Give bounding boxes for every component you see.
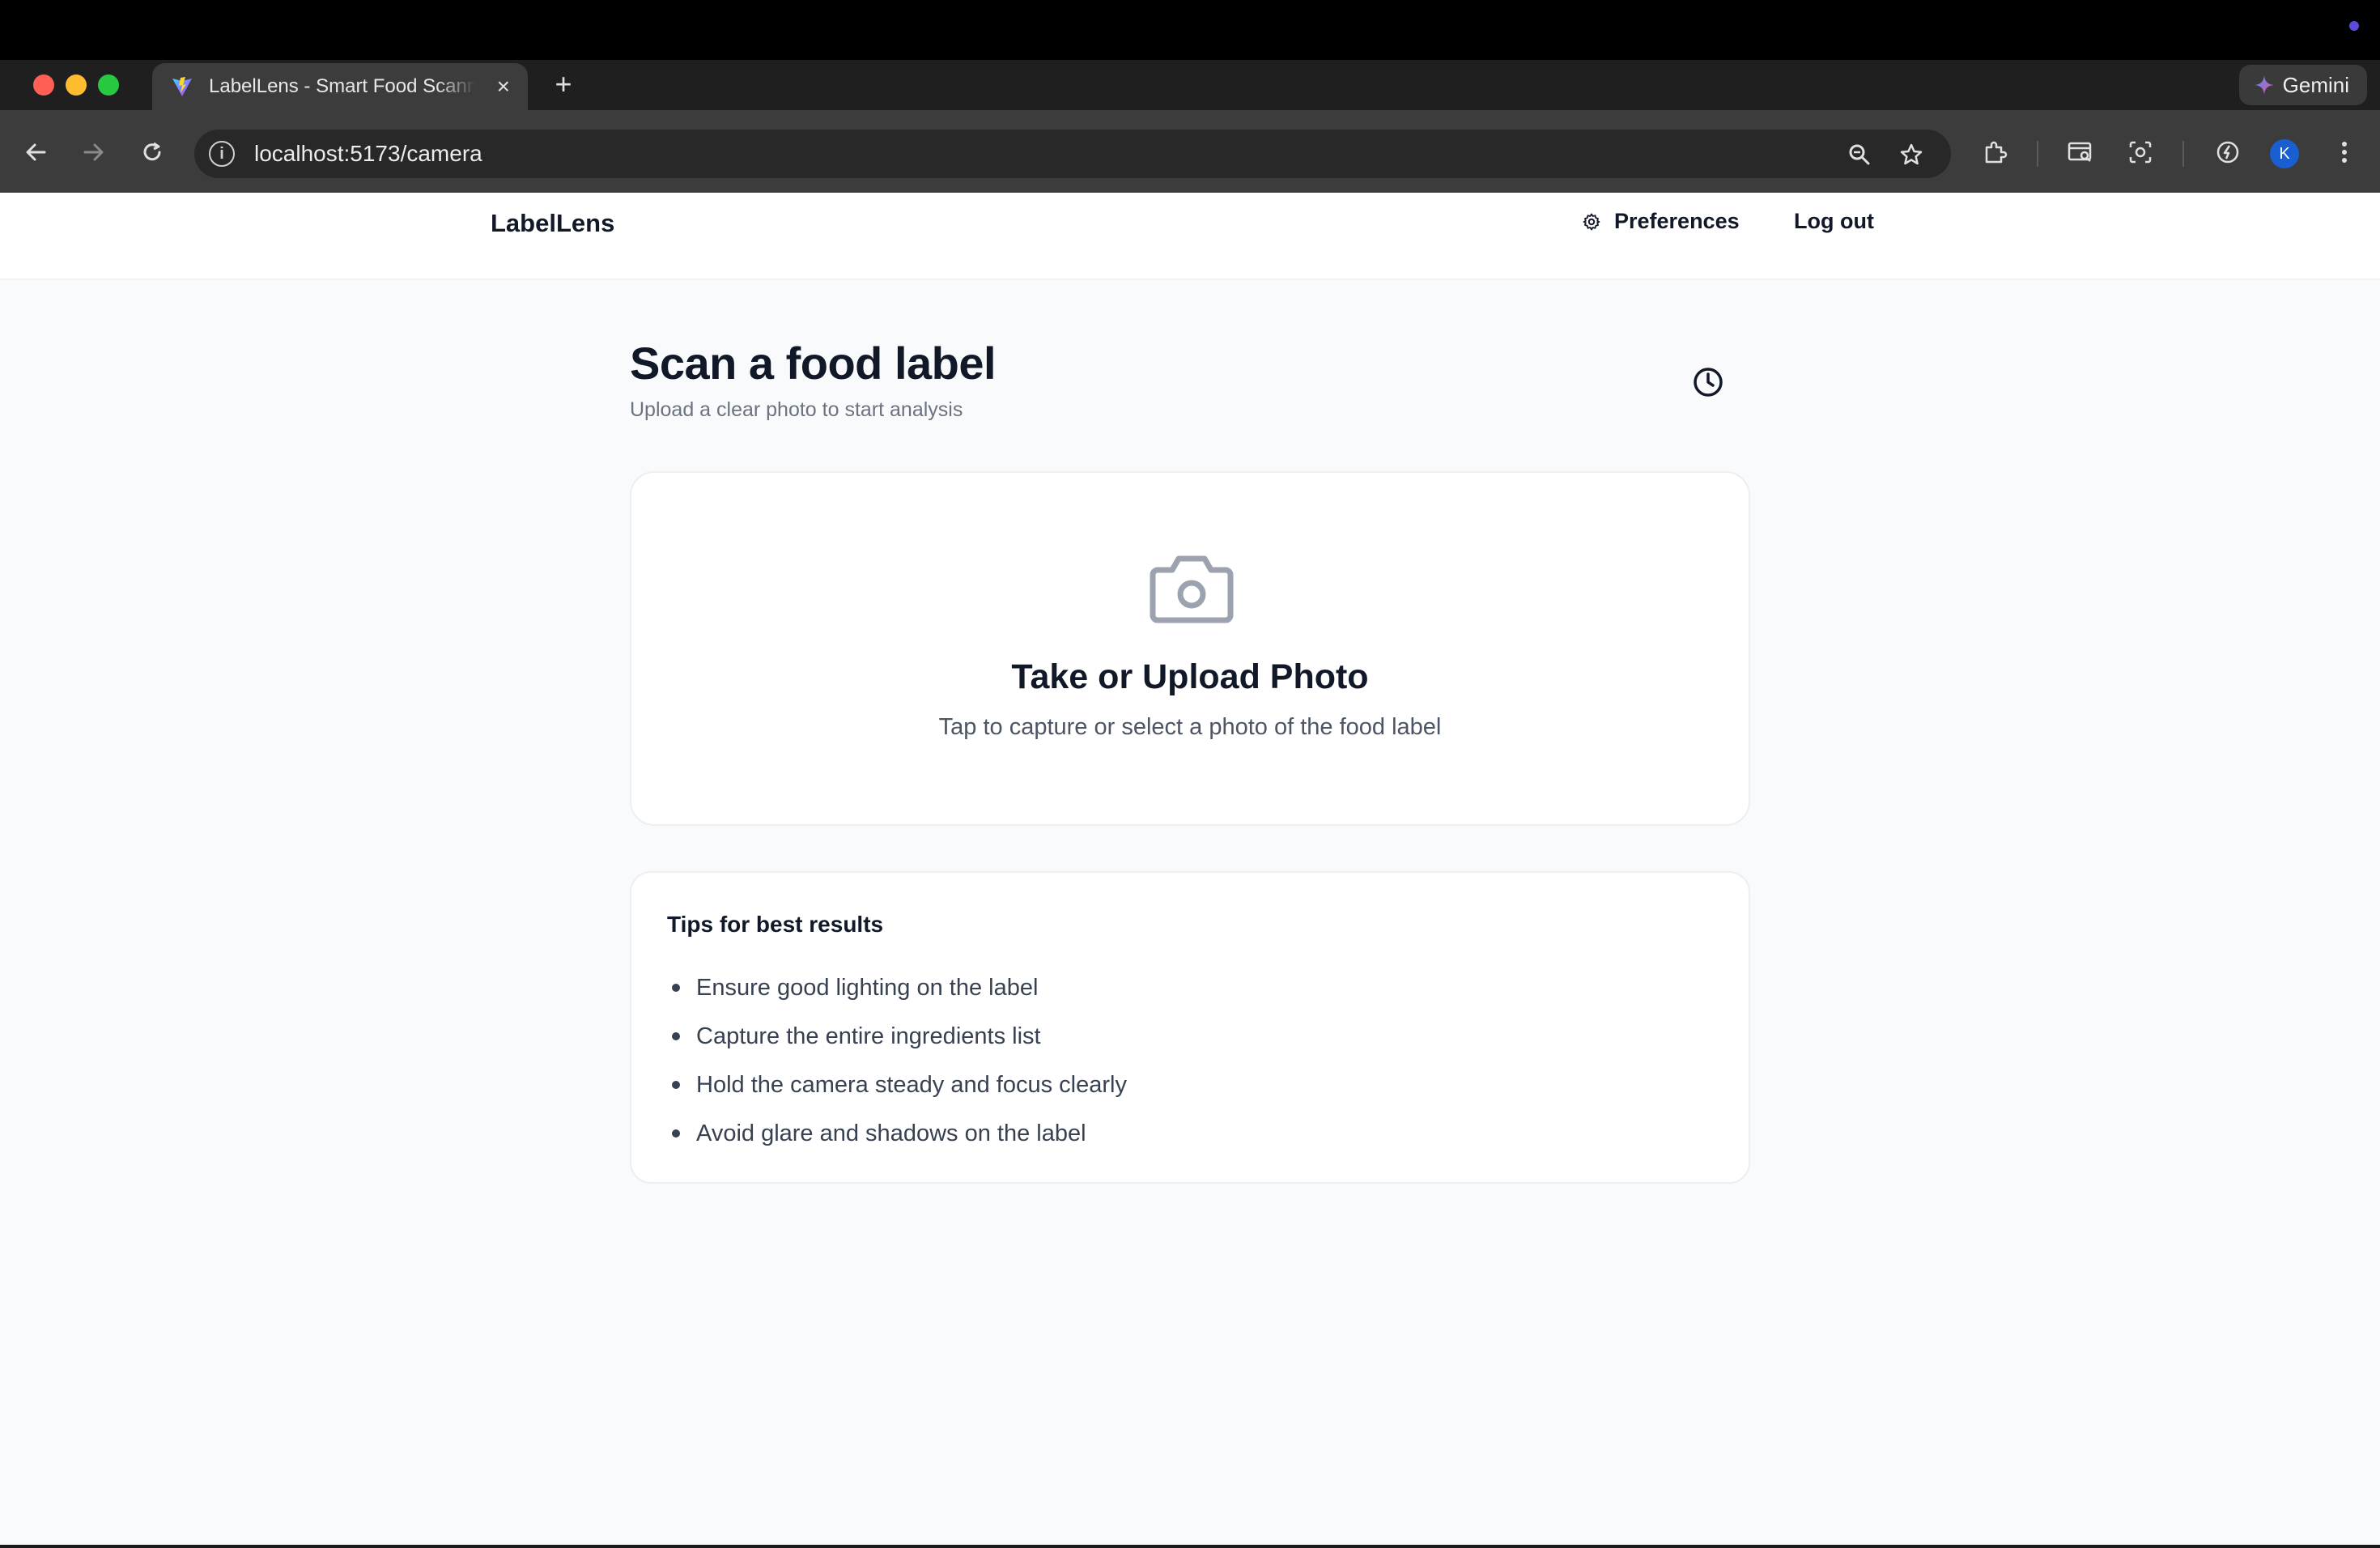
bullet-icon bbox=[672, 1081, 680, 1089]
gear-icon bbox=[1583, 213, 1600, 230]
tips-card: Tips for best results Ensure good lighti… bbox=[630, 871, 1750, 1184]
list-item: Avoid glare and shadows on the label bbox=[667, 1109, 1127, 1158]
url-text[interactable]: localhost:5173/camera bbox=[254, 141, 482, 167]
tips-list: Ensure good lighting on the label Captur… bbox=[667, 963, 1127, 1158]
tip-text: Avoid glare and shadows on the label bbox=[696, 1120, 1086, 1146]
brand-logo-text[interactable]: LabelLens bbox=[491, 209, 614, 238]
extensions-icon[interactable] bbox=[1980, 138, 2009, 167]
profile-avatar[interactable]: K bbox=[2270, 139, 2299, 168]
list-item: Capture the entire ingredients list bbox=[667, 1012, 1127, 1061]
tip-text: Hold the camera steady and focus clearly bbox=[696, 1071, 1127, 1098]
more-menu-icon[interactable] bbox=[2330, 138, 2359, 167]
status-dot bbox=[2349, 21, 2359, 31]
reload-icon[interactable] bbox=[138, 138, 167, 167]
bullet-icon bbox=[672, 1032, 680, 1040]
tab-close-icon[interactable]: × bbox=[497, 74, 510, 100]
bookmark-star-icon[interactable] bbox=[1898, 141, 1925, 168]
upload-description: Tap to capture or select a photo of the … bbox=[938, 714, 1442, 740]
window-bottom-edge bbox=[0, 1545, 2380, 1548]
zoom-icon[interactable] bbox=[1846, 141, 1873, 168]
preferences-button[interactable]: Preferences bbox=[1582, 209, 1740, 234]
preferences-label: Preferences bbox=[1614, 209, 1740, 233]
logout-button[interactable]: Log out bbox=[1794, 209, 1874, 234]
screenshot-lens-icon[interactable] bbox=[2126, 138, 2155, 167]
window-zoom-button[interactable] bbox=[98, 74, 119, 96]
address-bar[interactable]: i localhost:5173/camera bbox=[194, 130, 1951, 178]
bullet-icon bbox=[672, 1129, 680, 1138]
tips-title: Tips for best results bbox=[667, 912, 884, 937]
history-button[interactable] bbox=[1689, 363, 1728, 402]
site-info-icon[interactable]: i bbox=[209, 141, 235, 167]
performance-icon[interactable] bbox=[2213, 138, 2242, 167]
system-top-bar bbox=[0, 0, 2380, 60]
reading-mode-icon[interactable] bbox=[2066, 138, 2095, 167]
gemini-button[interactable]: Gemini bbox=[2238, 65, 2367, 105]
page-viewport: LabelLens Preferences Log out Scan a foo… bbox=[0, 193, 2380, 1548]
new-tab-button[interactable]: + bbox=[547, 68, 580, 100]
page-subtitle: Upload a clear photo to start analysis bbox=[630, 398, 963, 421]
forward-arrow-icon[interactable] bbox=[79, 138, 108, 167]
clock-icon bbox=[1694, 368, 1723, 397]
upload-title: Take or Upload Photo bbox=[1011, 657, 1369, 696]
browser-tab-active[interactable]: LabelLens - Smart Food Scanner × bbox=[152, 63, 528, 110]
bullet-icon bbox=[672, 984, 680, 992]
tip-text: Capture the entire ingredients list bbox=[696, 1023, 1041, 1049]
tip-text: Ensure good lighting on the label bbox=[696, 974, 1039, 1001]
toolbar-separator bbox=[2037, 141, 2038, 167]
list-item: Hold the camera steady and focus clearly bbox=[667, 1061, 1127, 1109]
back-arrow-icon[interactable] bbox=[21, 138, 50, 167]
vite-favicon-icon bbox=[170, 74, 194, 99]
gemini-label: Gemini bbox=[2282, 72, 2349, 97]
tab-title: LabelLens - Smart Food Scanner bbox=[209, 75, 476, 97]
upload-photo-card[interactable]: Take or Upload Photo Tap to capture or s… bbox=[630, 471, 1750, 826]
toolbar-separator bbox=[2182, 141, 2184, 167]
window-minimize-button[interactable] bbox=[66, 74, 87, 96]
list-item: Ensure good lighting on the label bbox=[667, 963, 1127, 1012]
app-header: LabelLens Preferences Log out bbox=[0, 193, 2380, 280]
camera-icon bbox=[1150, 555, 1234, 623]
window-close-button[interactable] bbox=[33, 74, 54, 96]
gemini-sparkle-icon bbox=[2254, 75, 2274, 95]
page-title: Scan a food label bbox=[630, 338, 997, 389]
